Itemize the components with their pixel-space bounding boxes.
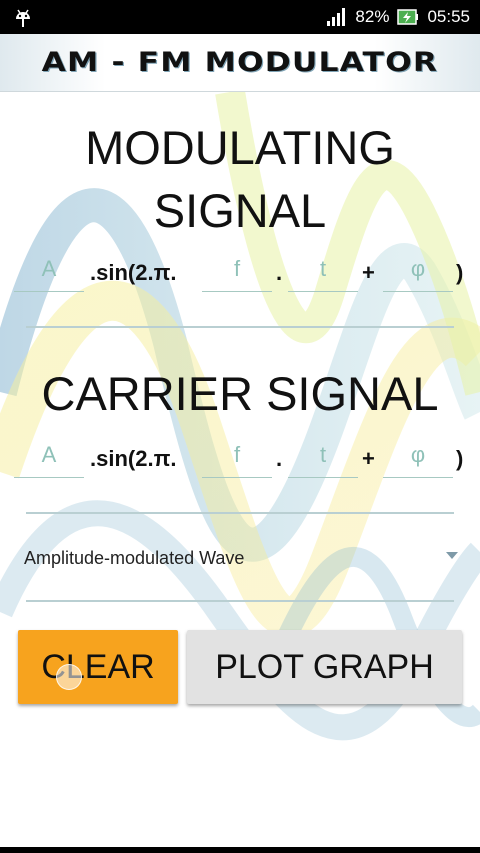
dropdown-arrow-icon bbox=[446, 552, 458, 559]
plot-graph-button[interactable]: PLOT GRAPH bbox=[187, 630, 462, 704]
carrier-phase-placeholder: φ bbox=[410, 442, 426, 467]
carrier-dot-label: . bbox=[276, 446, 283, 471]
modulating-close-paren: ) bbox=[456, 260, 464, 285]
carrier-amplitude-field[interactable]: A bbox=[14, 434, 84, 478]
carrier-time-field[interactable]: t bbox=[288, 434, 358, 478]
modulating-sin-label: .sin(2.π. bbox=[90, 260, 177, 285]
carrier-plus-label: + bbox=[362, 446, 375, 471]
app-banner: AM - FM MODULATOR bbox=[0, 34, 480, 92]
modulating-dot-label: . bbox=[276, 260, 283, 285]
modulating-amplitude-placeholder: A bbox=[41, 256, 57, 281]
clock: 05:55 bbox=[427, 7, 470, 26]
carrier-divider bbox=[26, 512, 454, 514]
dropdown-divider bbox=[26, 600, 454, 602]
touch-indicator bbox=[56, 664, 82, 690]
carrier-phase-field[interactable]: φ bbox=[383, 434, 453, 478]
modulating-frequency-field[interactable]: f bbox=[202, 248, 272, 292]
modulating-time-field[interactable]: t bbox=[288, 248, 358, 292]
carrier-heading: CARRIER SIGNAL bbox=[41, 367, 439, 420]
modulating-divider bbox=[26, 326, 454, 328]
signal-icon bbox=[327, 8, 347, 26]
modulating-amplitude-field[interactable]: A bbox=[14, 248, 84, 292]
carrier-time-placeholder: t bbox=[319, 442, 327, 467]
wave-type-dropdown[interactable]: Amplitude-modulated Wave bbox=[24, 540, 464, 580]
modulating-formula-row: A .sin(2.π. f . t + φ ) bbox=[0, 248, 480, 308]
carrier-frequency-placeholder: f bbox=[233, 442, 241, 467]
battery-charging-icon bbox=[397, 8, 419, 26]
bottom-edge bbox=[0, 847, 480, 853]
modulating-phase-field[interactable]: φ bbox=[383, 248, 453, 292]
modulating-plus-label: + bbox=[362, 260, 375, 285]
modulating-phase-placeholder: φ bbox=[410, 256, 426, 281]
carrier-formula-row: A .sin(2.π. f . t + φ ) bbox=[0, 434, 480, 494]
carrier-sin-label: .sin(2.π. bbox=[90, 446, 177, 471]
modulating-heading-line1: MODULATING bbox=[85, 121, 395, 174]
carrier-close-paren: ) bbox=[456, 446, 464, 471]
carrier-amplitude-placeholder: A bbox=[41, 442, 57, 467]
android-debug-icon bbox=[16, 9, 30, 27]
status-bar: 82% 05:55 bbox=[0, 0, 480, 34]
modulating-frequency-placeholder: f bbox=[233, 256, 241, 281]
modulating-heading-line2: SIGNAL bbox=[153, 184, 327, 237]
clear-button[interactable]: CLEAR bbox=[18, 630, 178, 704]
modulating-time-placeholder: t bbox=[319, 256, 327, 281]
carrier-frequency-field[interactable]: f bbox=[202, 434, 272, 478]
app-title: AM - FM MODULATOR bbox=[41, 47, 439, 78]
battery-percent: 82% bbox=[355, 7, 390, 26]
wave-type-selected: Amplitude-modulated Wave bbox=[24, 548, 245, 568]
